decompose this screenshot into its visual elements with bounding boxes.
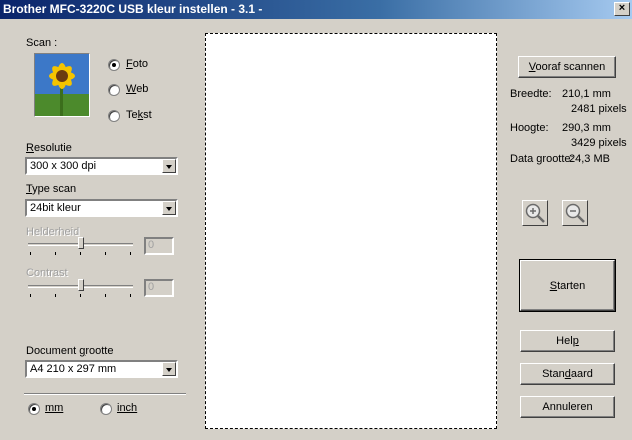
start-button[interactable]: Starten	[519, 259, 616, 312]
window-title: Brother MFC-3220C USB kleur instellen - …	[3, 2, 263, 16]
prescan-button[interactable]: Vooraf scannen	[518, 56, 616, 78]
brightness-value-field[interactable]: 0	[144, 237, 174, 255]
width-mm-value: 210,1 mm	[562, 88, 611, 100]
close-button[interactable]: ×	[614, 2, 630, 16]
default-button-label: Standaard	[542, 368, 593, 380]
zoom-out-icon	[565, 203, 585, 223]
scan-type-label: Type scan	[26, 183, 77, 195]
document-size-value: A4 210 x 297 mm	[30, 363, 117, 375]
scan-type-value: 24bit kleur	[30, 202, 81, 214]
scan-option-tekst-label: Tekst	[126, 109, 152, 121]
scan-option-foto-radio[interactable]	[108, 59, 120, 71]
contrast-slider-thumb[interactable]	[77, 279, 84, 291]
data-size-value: 24,3 MB	[569, 153, 610, 165]
scan-option-web-label: Web	[126, 83, 149, 95]
sunflower-icon	[35, 54, 89, 116]
resolution-value: 300 x 300 dpi	[30, 160, 97, 172]
help-button[interactable]: Help	[520, 330, 615, 352]
scan-type-select[interactable]: 24bit kleur	[25, 199, 178, 217]
resolution-label: Resolutie	[26, 142, 72, 154]
scan-type-photo-thumbnail	[34, 53, 90, 117]
height-label: Hoogte:	[510, 122, 549, 134]
zoom-in-button[interactable]	[522, 200, 548, 226]
cancel-button[interactable]: Annuleren	[520, 396, 615, 418]
contrast-tick	[130, 294, 131, 297]
height-mm-value: 290,3 mm	[562, 122, 611, 134]
width-pixels-value: 2481 pixels	[571, 103, 627, 115]
scan-label: Scan :	[26, 37, 58, 49]
prescan-button-label: Vooraf scannen	[528, 61, 606, 73]
brightness-tick	[80, 252, 81, 255]
brightness-tick	[55, 252, 56, 255]
brightness-tick	[130, 252, 131, 255]
chevron-down-icon[interactable]	[162, 362, 176, 376]
unit-inch-label: inch	[117, 402, 138, 414]
title-bar[interactable]: Brother MFC-3220C USB kleur instellen - …	[0, 0, 632, 19]
contrast-value-field[interactable]: 0	[144, 279, 174, 297]
contrast-tick	[55, 294, 56, 297]
scan-option-tekst-radio[interactable]	[108, 110, 120, 122]
brightness-tick	[105, 252, 106, 255]
chevron-down-icon[interactable]	[162, 201, 176, 215]
height-pixels-value: 3429 pixels	[571, 137, 627, 149]
data-size-label: Data grootte:	[510, 153, 574, 165]
contrast-tick	[80, 294, 81, 297]
chevron-down-icon[interactable]	[162, 159, 176, 173]
zoom-out-button[interactable]	[562, 200, 588, 226]
width-label: Breedte:	[510, 88, 552, 100]
scanner-settings-dialog: Brother MFC-3220C USB kleur instellen - …	[0, 0, 632, 440]
help-button-label: Help	[556, 335, 579, 347]
resolution-select[interactable]: 300 x 300 dpi	[25, 157, 178, 175]
units-divider	[24, 393, 186, 395]
contrast-label: Contrast	[26, 267, 68, 279]
scan-option-web-radio[interactable]	[108, 84, 120, 96]
scan-option-foto-label: Foto	[126, 58, 149, 70]
cancel-button-label: Annuleren	[542, 401, 593, 413]
brightness-tick	[30, 252, 31, 255]
unit-inch-radio[interactable]	[100, 403, 112, 415]
start-button-label: Starten	[549, 279, 586, 292]
contrast-tick	[30, 294, 31, 297]
zoom-in-icon	[525, 203, 545, 223]
close-icon: ×	[618, 2, 626, 14]
document-size-select[interactable]: A4 210 x 297 mm	[25, 360, 178, 378]
brightness-slider-thumb[interactable]	[77, 237, 84, 249]
brightness-label: Helderheid	[26, 226, 80, 238]
unit-mm-radio[interactable]	[28, 403, 40, 415]
document-size-label: Document grootte	[26, 345, 114, 357]
contrast-tick	[105, 294, 106, 297]
default-button[interactable]: Standaard	[520, 363, 615, 385]
scan-preview-area[interactable]	[205, 33, 497, 429]
unit-mm-label: mm	[45, 402, 64, 414]
